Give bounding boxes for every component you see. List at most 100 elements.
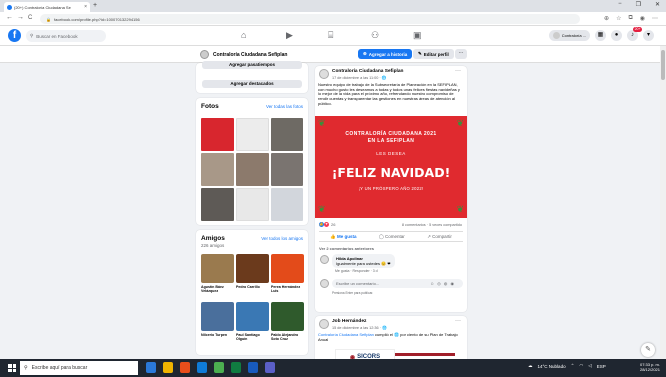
greeting-headline: ¡FELIZ NAVIDAD! [331,165,451,180]
account-menu-icon[interactable]: ▾ [643,30,654,41]
facebook-logo[interactable]: f [8,29,21,42]
christmas-greeting-image[interactable]: ❦ ❦ ❦ ❦ CONTRALORÍA CIUDADANA 2021 EN LA… [315,116,467,218]
post-author-avatar[interactable] [319,69,329,79]
post-options-icon[interactable]: ··· [455,68,461,74]
share-button[interactable]: ↗ Compartir [427,234,452,240]
view-previous-comments-link[interactable]: Ver 2 comentarios anteriores [319,246,374,251]
header-right-controls: Contraloría ... ▦ ● ♪ 20+ ▾ [548,27,654,41]
facebook-search-input[interactable]: ⚲ Buscar en Facebook [26,30,106,42]
browser-tab[interactable]: (20+) Contraloría Ciudadana Se × [4,2,90,12]
groups-nav-icon[interactable]: ⚇ [371,30,379,41]
gaming-nav-icon[interactable]: ▣ [413,30,422,41]
photo-thumbnail[interactable] [271,188,303,221]
minimize-button[interactable]: − [618,1,622,8]
photo-thumbnail[interactable] [236,118,269,151]
photo-thumbnail[interactable] [236,188,269,221]
tray-expand-icon[interactable]: ⌃ [571,363,575,369]
watch-nav-icon[interactable]: ▶ [286,30,293,41]
office-icon[interactable] [180,362,190,373]
comment-actions[interactable]: Me gusta · Responder · 3 d [335,269,378,273]
chrome-browser-icon[interactable] [214,362,224,373]
excel-icon[interactable] [231,362,241,373]
profile-icon[interactable]: ◉ [640,15,645,22]
weather-text[interactable]: 14°C Nublado [538,364,566,369]
friend-item[interactable]: Agustín Báez Velázquez [201,254,234,294]
write-comment-row: Escribe un comentario... ☺ ◎ ◍ ◉ [319,278,463,289]
url-field[interactable]: 🔒 facebook.com/profile.php?id=1000701322… [40,14,580,24]
post-options-icon[interactable]: ··· [455,318,461,324]
post-date[interactable]: 17 de diciembre a las 11:00 · 🌐 [332,75,386,80]
marketplace-nav-icon[interactable]: ⌸ [328,30,333,41]
like-button[interactable]: 👍 Me gusta [330,234,356,240]
messenger-icon[interactable]: ● [611,30,622,41]
volume-icon[interactable]: ◁ [588,363,591,369]
friend-item[interactable]: Perea Hernández Luis [271,254,304,294]
friend-item[interactable]: Pedro Carrillo [236,254,269,289]
star-icon[interactable]: ☆ [616,15,621,22]
forward-button[interactable]: → [17,14,24,21]
teams-icon[interactable] [265,362,275,373]
account-pill[interactable]: Contraloría ... [548,30,590,41]
post-stats[interactable]: 8 comentarios · 5 veces compartido [402,223,462,227]
more-options-button[interactable]: ··· [455,49,467,59]
language-indicator[interactable]: ESP [597,364,606,369]
back-button[interactable]: ← [6,14,13,21]
post-author-avatar[interactable] [319,319,329,329]
comment-tools-icons[interactable]: ☺ ◎ ◍ ◉ [430,281,455,286]
friends-title: Amigos [201,235,225,242]
tab-close-icon[interactable]: × [84,4,87,10]
friend-photo [271,254,304,283]
friend-item[interactable]: Pablo Alejandro Soto Cruz [271,302,304,342]
post-author[interactable]: Job Hernández [332,319,366,324]
edge-browser-icon[interactable] [197,362,207,373]
comment-button[interactable]: ◯ Comentar [379,234,405,240]
photo-thumbnail[interactable] [201,118,234,151]
photo-thumbnail[interactable] [201,188,234,221]
friend-name: Paul Santiago Olguín [236,333,260,342]
wifi-icon[interactable]: ◠ [579,363,583,369]
window-controls: − ❐ ✕ [618,1,660,8]
page-identity[interactable]: Contraloría Ciudadana Sefiplan [200,50,287,59]
file-explorer-icon[interactable] [163,362,173,373]
menu-icon[interactable]: ▦ [595,30,606,41]
close-window-button[interactable]: ✕ [655,1,660,8]
friend-photo [236,254,269,283]
add-to-story-button[interactable]: ⊕ Agregar a historia [358,49,413,59]
home-nav-icon[interactable]: ⌂ [241,30,246,40]
task-view-icon[interactable] [146,362,156,373]
photo-thumbnail[interactable] [271,118,303,151]
page-avatar [200,50,209,59]
friend-photo [271,302,304,331]
new-message-icon[interactable]: ✎ [641,343,655,357]
add-featured-button[interactable]: Agregar destacados [202,80,302,88]
friend-item[interactable]: Nilcerio Turpen [201,302,234,337]
see-all-friends-link[interactable]: Ver todos los amigos [261,236,303,241]
zoom-icon[interactable]: ⊕ [604,15,609,22]
restore-button[interactable]: ❐ [636,1,641,8]
edit-profile-button[interactable]: ✎ Editar perfil [413,49,454,59]
scrollbar-thumb[interactable] [661,50,665,80]
word-icon[interactable] [248,362,258,373]
browser-menu-icon[interactable]: ⋯ [652,15,658,22]
greeting-line-1: CONTRALORÍA CIUDADANA 2021 [345,131,437,137]
commenter-avatar[interactable] [320,255,329,264]
photo-thumbnail[interactable] [236,153,269,186]
photo-thumbnail[interactable] [271,153,303,186]
see-all-photos-link[interactable]: Ver todas las fotos [266,104,303,109]
taskbar-clock[interactable]: 07:33 p. m. 28/12/2021 [640,362,660,372]
reload-button[interactable]: C [28,15,32,21]
page-scrollbar[interactable] [660,46,666,359]
reactions-summary[interactable]: 👍 ♥ 26 [319,222,335,227]
friend-photo [201,254,234,283]
photo-thumbnail[interactable] [201,153,234,186]
collections-icon[interactable]: ⧉ [628,15,632,22]
windows-start-icon[interactable] [8,364,16,372]
post-date[interactable]: 15 de diciembre a las 12:36 · 🌐 [332,325,387,330]
add-hobbies-button[interactable]: Agregar pasatiempos [202,61,302,69]
new-tab-button[interactable]: + [93,2,97,9]
notifications-icon[interactable]: ♪ 20+ [627,27,642,41]
greeting-line-2: EN LA SEFIPLAN [367,138,415,144]
taskbar-search-input[interactable]: ⚲ Escribe aquí para buscar [20,361,138,375]
friend-item[interactable]: Paul Santiago Olguín [236,302,269,342]
post-author[interactable]: Contraloría Ciudadana Sefiplan [332,69,403,74]
